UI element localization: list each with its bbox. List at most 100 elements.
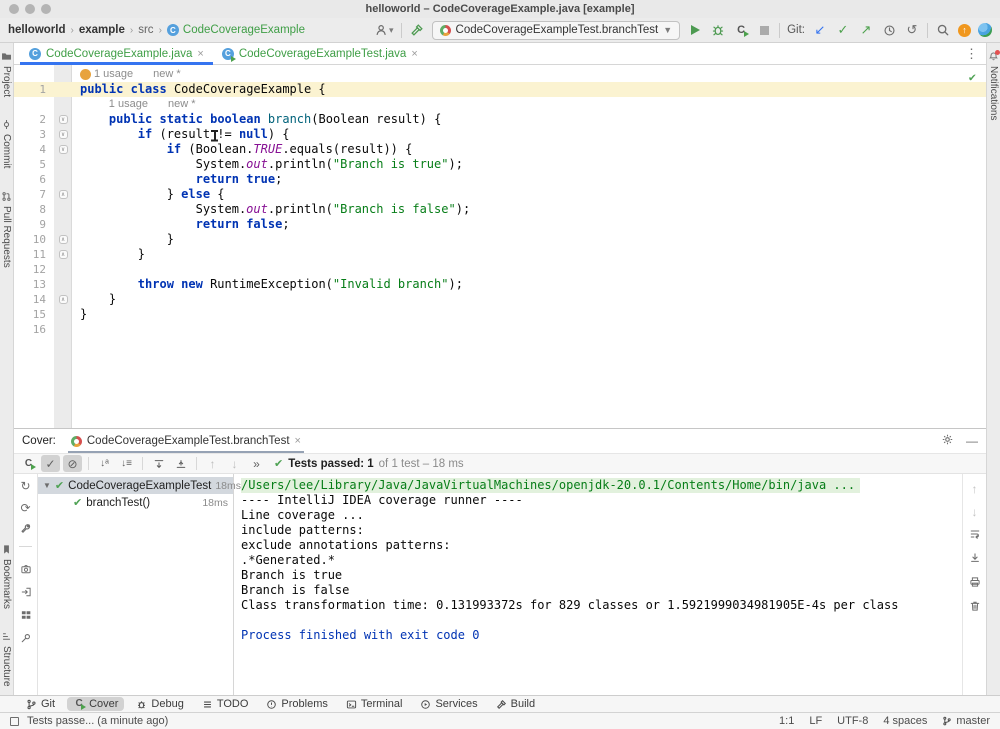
fold-collapse-icon[interactable]: ∨ [59,130,68,139]
status-encoding[interactable]: UTF-8 [837,715,868,727]
breadcrumb-module[interactable]: example [79,24,125,36]
zoom-window-button[interactable] [41,4,51,14]
status-indent-size[interactable]: 4 spaces [883,715,927,727]
import-tests-icon[interactable] [20,586,32,601]
sidebar-item-bookmarks[interactable]: Bookmarks [1,544,12,609]
code-line[interactable]: 6 return true; [14,172,986,187]
sidebar-item-notifications[interactable]: Notifications [988,51,999,120]
more-chevrons-icon[interactable]: » [247,455,266,472]
code-editor[interactable]: ✔ 1 usagenew *1public class CodeCoverage… [14,65,986,428]
show-ignored-toggle[interactable]: ⊘ [63,455,82,472]
toolwindow-button-cover[interactable]: CCover [67,697,124,711]
chevron-down-icon[interactable]: ▼ [43,481,51,490]
code-with-me-icon[interactable]: ▾ [375,21,394,39]
print-icon[interactable] [969,576,981,591]
toolwindow-button-services[interactable]: Services [414,697,483,711]
code-line[interactable]: 13 throw new RuntimeException("Invalid b… [14,277,986,292]
code-line[interactable]: 3∨ if (result != null) { [14,127,986,142]
code-line[interactable]: 1public class CodeCoverageExample { [14,82,986,97]
toolwindow-button-build[interactable]: Build [490,697,541,711]
usage-count-hint[interactable]: 1 usage [109,97,148,112]
usage-hint[interactable]: 1 usagenew * [80,67,181,82]
test-settings-wrench-icon[interactable] [20,523,32,538]
editor-tab-active[interactable]: CCodeCoverageExample.java× [20,43,213,64]
minimize-window-button[interactable] [25,4,35,14]
status-line-ending[interactable]: LF [809,715,822,727]
git-commit-icon[interactable]: ✓ [835,21,851,39]
fold-expand-icon[interactable]: ∧ [59,250,68,259]
rerun-icon[interactable]: ↻ [20,479,30,493]
breadcrumb-src[interactable]: src [138,24,153,36]
usage-count-hint[interactable]: 1 usage [94,67,133,82]
show-passed-toggle[interactable]: ✓ [41,455,60,472]
rerun-failed-icon[interactable]: ⟳ [20,501,30,515]
debug-button[interactable] [710,21,726,39]
test-tree-row[interactable]: ▼✔CodeCoverageExampleTest18ms [38,477,233,494]
sort-by-duration-icon[interactable]: ↓≡ [117,455,136,472]
intention-bulb-icon[interactable] [80,69,91,80]
code-line[interactable]: 14∧ } [14,292,986,307]
toolwindow-button-debug[interactable]: Debug [130,697,189,711]
snapshot-camera-icon[interactable] [20,563,32,578]
stop-button[interactable] [756,21,772,39]
fold-expand-icon[interactable]: ∧ [59,235,68,244]
traffic-lights[interactable] [9,4,51,14]
settings-gear-icon[interactable] [941,433,954,449]
down-stacktrace-icon[interactable]: ↓ [972,505,978,519]
code-line[interactable]: 2∨ public static boolean branch(Boolean … [14,112,986,127]
code-line[interactable]: 10∧ } [14,232,986,247]
up-stacktrace-icon[interactable]: ↑ [972,482,978,496]
sidebar-item-structure[interactable]: Structure [1,631,12,687]
layout-icon[interactable] [20,609,32,624]
next-occurrence-icon[interactable]: ↓ [225,455,244,472]
pin-icon[interactable] [20,632,32,647]
console-output[interactable]: /Users/lee/Library/Java/JavaVirtualMachi… [234,474,962,695]
code-line[interactable]: 15} [14,307,986,322]
code-line[interactable]: 4∨ if (Boolean.TRUE.equals(result)) { [14,142,986,157]
close-icon[interactable]: × [197,48,203,60]
code-line[interactable]: 16 [14,322,986,337]
status-git-branch[interactable]: master [942,715,990,727]
fold-expand-icon[interactable]: ∧ [59,295,68,304]
coverage-tab[interactable]: CodeCoverageExampleTest.branchTest × [68,429,304,453]
breadcrumb-class[interactable]: C CodeCoverageExample [167,24,305,36]
test-tree-row[interactable]: ✔branchTest()18ms [38,494,233,511]
run-button[interactable] [687,21,703,39]
fold-collapse-icon[interactable]: ∨ [59,115,68,124]
soft-wrap-icon[interactable] [969,528,981,543]
toolwindow-button-problems[interactable]: Problems [260,697,333,711]
tab-options-icon[interactable]: ⋮ [965,43,986,64]
sidebar-item-commit[interactable]: Commit [1,119,12,168]
status-caret-position[interactable]: 1:1 [779,715,794,727]
close-window-button[interactable] [9,4,19,14]
fold-expand-icon[interactable]: ∧ [59,190,68,199]
ide-update-badge-icon[interactable]: ↑ [958,24,971,37]
git-update-icon[interactable]: ↙ [812,21,828,39]
inspections-ok-icon[interactable]: ✔ [969,70,976,84]
code-line[interactable]: 5 System.out.println("Branch is true"); [14,157,986,172]
profile-sphere-icon[interactable] [978,23,992,37]
expand-all-icon[interactable] [149,455,168,472]
usage-hint[interactable]: 1 usagenew * [109,97,196,112]
code-line[interactable]: 8 System.out.println("Branch is false"); [14,202,986,217]
sidebar-item-project[interactable]: Project [1,51,12,97]
code-line[interactable]: 9 return false; [14,217,986,232]
run-with-coverage-button[interactable]: C [733,21,749,39]
code-line[interactable]: 7∧ } else { [14,187,986,202]
test-tree[interactable]: ▼✔CodeCoverageExampleTest18ms✔branchTest… [38,474,234,695]
build-hammer-icon[interactable] [409,21,425,39]
toolwindow-button-todo[interactable]: TODO [196,697,255,711]
close-icon[interactable]: × [295,435,301,447]
code-line[interactable]: 12 [14,262,986,277]
search-icon[interactable] [935,21,951,39]
run-configuration-select[interactable]: CodeCoverageExampleTest.branchTest ▼ [432,21,681,40]
sidebar-item-pull-requests[interactable]: Pull Requests [1,191,12,268]
status-message[interactable]: Tests passe... (a minute ago) [27,715,168,727]
toolwindow-button-git[interactable]: Git [20,697,61,711]
toolwindow-button-terminal[interactable]: Terminal [340,697,409,711]
toolwindow-toggle-icon[interactable] [10,717,19,726]
fold-collapse-icon[interactable]: ∨ [59,145,68,154]
rollback-icon[interactable]: ↺ [904,21,920,39]
close-icon[interactable]: × [411,48,417,60]
minimize-icon[interactable]: — [966,434,978,448]
